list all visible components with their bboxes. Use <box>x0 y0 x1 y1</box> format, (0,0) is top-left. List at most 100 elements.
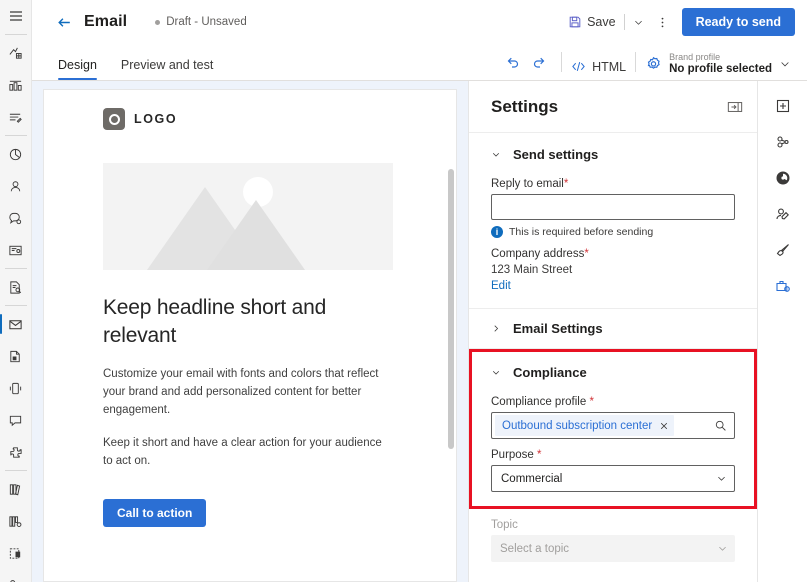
reply-to-email-label-text: Reply to email <box>491 178 564 190</box>
left-navigation-rail[interactable]: RJ <box>0 0 32 582</box>
close-icon[interactable] <box>659 421 669 431</box>
get-started-icon[interactable] <box>0 37 32 69</box>
purpose-value: Commercial <box>501 472 563 485</box>
status-text: Draft - Unsaved <box>166 16 247 28</box>
topic-placeholder: Select a topic <box>500 542 570 555</box>
rail-divider <box>4 470 27 471</box>
right-tool-rail[interactable] <box>757 81 807 582</box>
purpose-label: Purpose * <box>491 449 735 461</box>
chevron-right-icon <box>491 323 501 334</box>
section-email-settings[interactable]: Email Settings <box>469 309 757 349</box>
tab-design[interactable]: Design <box>50 58 105 81</box>
canvas-scrollbar[interactable] <box>448 169 454 449</box>
send-settings-header[interactable]: Send settings <box>491 143 735 168</box>
chevron-down-icon <box>491 149 501 160</box>
sidebar-item-emails[interactable] <box>0 308 32 340</box>
save-label: Save <box>587 15 616 29</box>
personalization-icon[interactable] <box>767 201 799 227</box>
rail-divider <box>4 305 27 306</box>
editor-toolbar: Design Preview and test HTML Brand profi… <box>32 44 807 81</box>
library-icon[interactable] <box>0 473 32 505</box>
undo-icon[interactable] <box>500 49 526 75</box>
save-disk-icon <box>568 15 582 29</box>
editor-body: LOGO Keep headline short and relevant Cu… <box>32 81 807 582</box>
hamburger-menu-icon[interactable] <box>0 0 32 32</box>
logo-text: LOGO <box>134 112 178 126</box>
connections-icon[interactable] <box>767 129 799 155</box>
search-icon[interactable] <box>714 419 730 432</box>
topic-dropdown[interactable]: Select a topic <box>491 535 735 562</box>
settings-panel: Settings Send settings Reply to email* i… <box>468 81 757 582</box>
settings-header: Settings <box>469 81 757 133</box>
reply-to-email-field[interactable] <box>491 194 735 220</box>
save-button[interactable]: Save <box>568 14 644 30</box>
chevron-down-icon[interactable] <box>779 58 791 70</box>
more-vertical-icon[interactable] <box>650 9 676 35</box>
compliance-profile-combobox[interactable]: Outbound subscription center <box>491 412 735 439</box>
push-notifications-icon[interactable] <box>0 372 32 404</box>
text-messages-icon[interactable] <box>0 404 32 436</box>
customer-journeys-icon[interactable] <box>0 234 32 266</box>
section-send-settings: Send settings Reply to email* i This is … <box>469 133 757 309</box>
email-settings-header[interactable]: Email Settings <box>491 321 735 336</box>
required-asterisk: * <box>584 248 589 260</box>
tab-preview-and-test[interactable]: Preview and test <box>113 58 221 81</box>
company-address-label: Company address* <box>491 248 735 260</box>
required-asterisk: * <box>563 178 569 190</box>
purpose-dropdown[interactable]: Commercial <box>491 465 735 492</box>
call-to-action-button[interactable]: Call to action <box>103 498 207 527</box>
company-address-label-text: Company address <box>491 248 585 260</box>
email-paragraph-1[interactable]: Customize your email with fonts and colo… <box>103 365 388 419</box>
edit-company-address-link[interactable]: Edit <box>491 280 511 292</box>
collapse-panel-icon[interactable] <box>727 99 743 115</box>
chevron-down-icon <box>491 367 501 378</box>
email-canvas: LOGO Keep headline short and relevant Cu… <box>32 81 468 582</box>
compliance-profile-tag-text: Outbound subscription center <box>502 419 653 432</box>
pages-icon[interactable] <box>0 340 32 372</box>
reply-to-email-hint-text: This is required before sending <box>509 226 654 238</box>
required-asterisk: * <box>589 396 594 408</box>
company-address-value: 123 Main Street <box>491 264 573 276</box>
section-compliance-highlighted: Compliance Compliance profile * Outbound… <box>469 349 757 509</box>
templates-icon[interactable] <box>0 537 32 569</box>
brand-profile-text: Brand profile No profile selected <box>669 52 772 76</box>
arrow-left-icon[interactable] <box>50 8 78 36</box>
analytics-icon[interactable] <box>0 138 32 170</box>
compliance-profile-tag[interactable]: Outbound subscription center <box>495 415 675 436</box>
chevron-down-icon[interactable] <box>633 17 644 28</box>
activities-icon[interactable] <box>0 101 32 133</box>
settings-briefcase-icon[interactable] <box>767 273 799 299</box>
reply-to-email-hint: i This is required before sending <box>491 226 735 238</box>
compliance-header[interactable]: Compliance <box>491 361 735 386</box>
brand-profile-label: Brand profile <box>669 52 721 63</box>
compliance-title: Compliance <box>513 365 587 380</box>
mountain-shape-small <box>207 200 305 270</box>
code-icon <box>571 59 586 74</box>
html-button[interactable]: HTML <box>571 59 626 74</box>
divider <box>635 52 637 72</box>
styles-brush-icon[interactable] <box>767 237 799 263</box>
email-logo-block[interactable]: LOGO <box>59 108 441 130</box>
contacts-icon[interactable] <box>0 170 32 202</box>
required-asterisk: * <box>537 449 542 461</box>
brand-profile-selector[interactable]: Brand profile No profile selected <box>645 52 791 76</box>
status-dot-icon <box>155 19 161 25</box>
theme-icon[interactable] <box>767 165 799 191</box>
forms-icon[interactable] <box>0 271 32 303</box>
email-settings-title: Email Settings <box>513 321 603 336</box>
fragments-icon[interactable] <box>0 436 32 468</box>
customer-voice-icon[interactable] <box>0 202 32 234</box>
mountain-placeholder-image[interactable] <box>103 163 393 270</box>
email-headline[interactable]: Keep headline short and relevant <box>103 294 393 350</box>
ready-to-send-button[interactable]: Ready to send <box>681 8 795 36</box>
page-title: Email <box>84 13 128 30</box>
email-paragraph-2[interactable]: Keep it short and have a clear action fo… <box>103 434 388 470</box>
add-element-icon[interactable] <box>767 93 799 119</box>
segments-icon[interactable] <box>0 569 32 582</box>
assets-icon[interactable] <box>0 505 32 537</box>
settings-title: Settings <box>491 96 559 116</box>
rail-divider <box>4 268 27 269</box>
email-preview-card[interactable]: LOGO Keep headline short and relevant Cu… <box>43 89 457 582</box>
dashboards-icon[interactable] <box>0 69 32 101</box>
redo-icon[interactable] <box>526 49 552 75</box>
